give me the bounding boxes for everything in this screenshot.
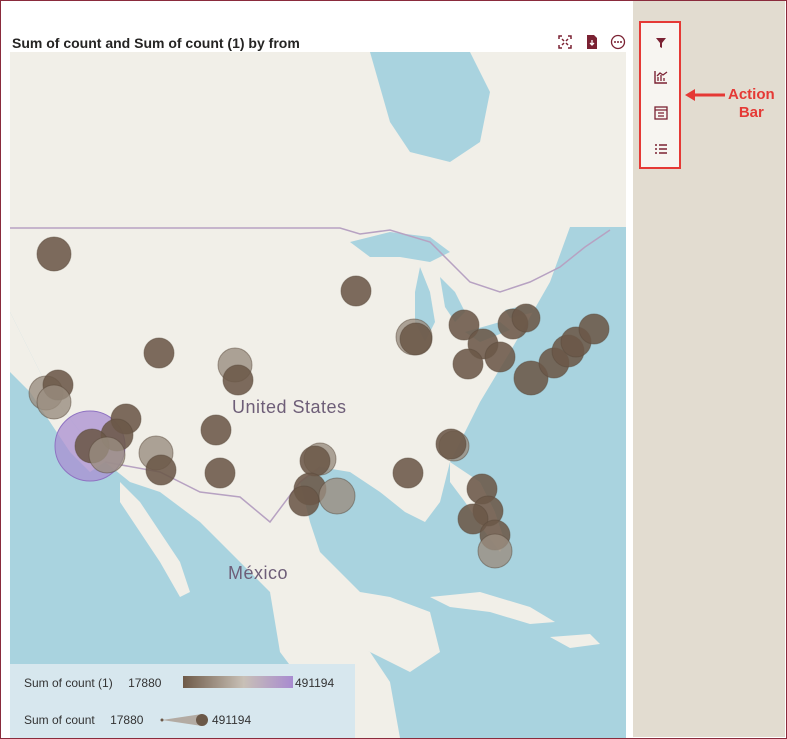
list-icon[interactable] xyxy=(653,141,669,157)
annotation-line2: Bar xyxy=(738,104,764,121)
more-options-icon[interactable] xyxy=(610,34,626,50)
map-bubble[interactable] xyxy=(340,275,372,307)
map-bubble[interactable] xyxy=(36,236,72,272)
format-icon[interactable] xyxy=(653,105,669,121)
map-bubble[interactable] xyxy=(511,303,541,333)
bubble-layer[interactable] xyxy=(10,52,626,738)
map-canvas[interactable]: United States México xyxy=(10,52,626,738)
map-bubble[interactable] xyxy=(435,428,467,460)
size-legend-min: 17880 xyxy=(110,713,144,727)
map-bubble[interactable] xyxy=(200,414,232,446)
analytics-icon[interactable] xyxy=(653,69,669,85)
map-bubble[interactable] xyxy=(299,445,331,477)
map-bubble[interactable] xyxy=(578,313,610,345)
action-bar-annotation: Action Bar xyxy=(728,86,775,122)
focus-mode-icon[interactable] xyxy=(557,34,573,50)
map-bubble[interactable] xyxy=(484,341,516,373)
export-icon[interactable] xyxy=(584,34,600,50)
map-bubble[interactable] xyxy=(288,485,320,517)
visual-title: Sum of count and Sum of count (1) by fro… xyxy=(12,35,300,51)
map-bubble[interactable] xyxy=(204,457,236,489)
map-bubble[interactable] xyxy=(88,436,126,474)
map-bubble[interactable] xyxy=(145,454,177,486)
annotation-arrow xyxy=(685,89,725,101)
map-bubble[interactable] xyxy=(477,533,513,569)
map-bubble[interactable] xyxy=(318,477,356,515)
color-legend-label: Sum of count (1) xyxy=(24,676,113,690)
color-legend-min: 17880 xyxy=(128,676,162,690)
size-legend-row: Sum of count 17880 xyxy=(24,713,143,727)
color-legend-max: 491194 xyxy=(295,676,335,690)
annotation-line1: Action xyxy=(728,86,775,103)
map-bubble[interactable] xyxy=(399,322,433,356)
map-bubble[interactable] xyxy=(143,337,175,369)
size-legend-max: 491194 xyxy=(212,713,252,727)
color-gradient-bar xyxy=(183,676,293,688)
map-bubble[interactable] xyxy=(222,364,254,396)
map-bubble[interactable] xyxy=(452,348,484,380)
color-legend-row: Sum of count (1) 17880 xyxy=(24,676,161,690)
map-bubble[interactable] xyxy=(36,384,72,420)
filter-icon[interactable] xyxy=(653,35,669,51)
action-bar xyxy=(639,21,681,169)
size-legend-wedge xyxy=(160,714,208,726)
size-legend-label: Sum of count xyxy=(24,713,95,727)
map-bubble[interactable] xyxy=(392,457,424,489)
